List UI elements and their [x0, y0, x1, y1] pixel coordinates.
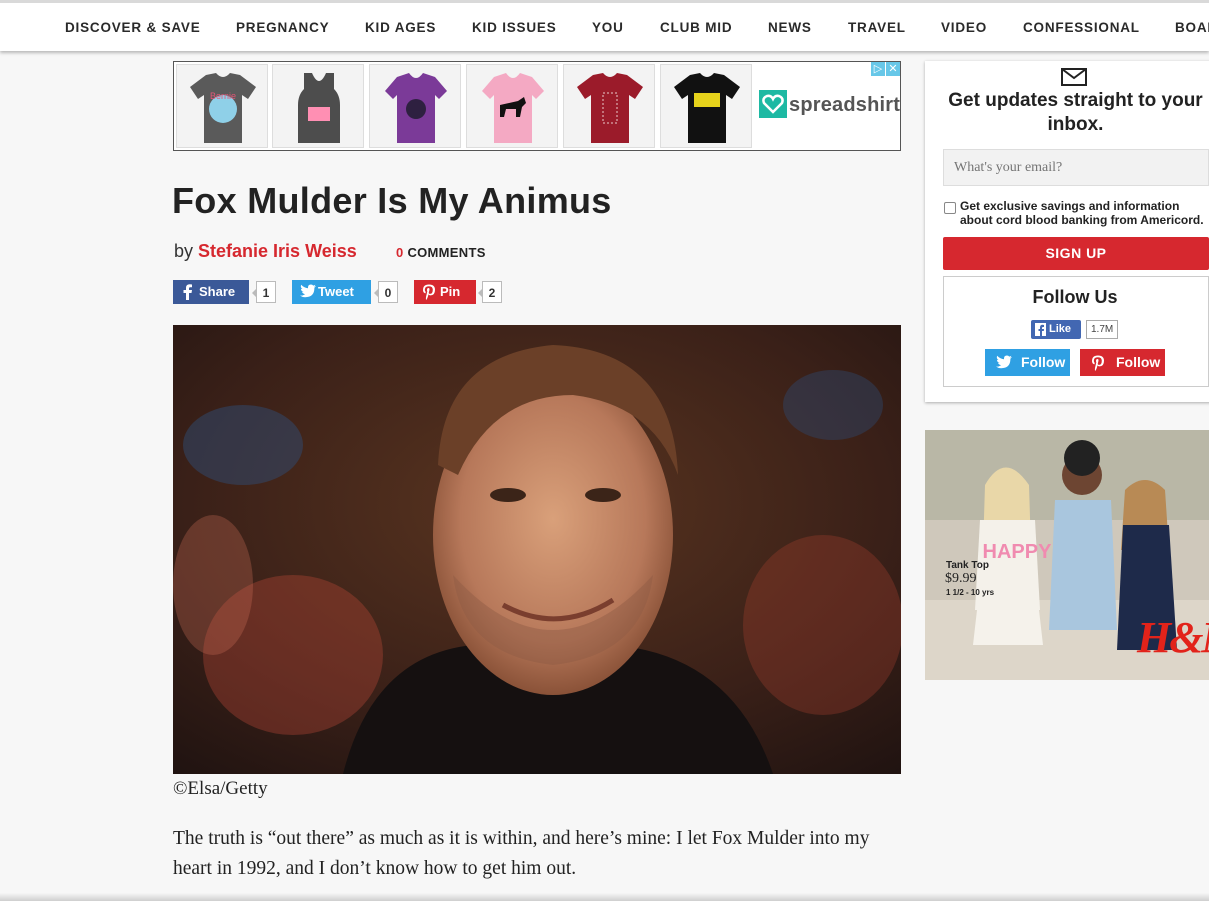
byline-prefix: by: [174, 241, 194, 261]
hm-sizes: 1 1/2 - 10 yrs: [946, 588, 995, 597]
author-link[interactable]: Stefanie Iris Weiss: [198, 241, 357, 261]
svg-text:Bernie: Bernie: [210, 91, 236, 101]
hm-ad[interactable]: HAPPY Tank Top $9.99 1 1/2 - 10 yrs H&M: [925, 430, 1209, 680]
hm-shirt-print: HAPPY: [983, 541, 1053, 563]
email-field[interactable]: [943, 149, 1209, 186]
twitter-tweet-count: 0: [374, 281, 398, 303]
comments-label: COMMENTS: [407, 245, 486, 260]
ad-close-icon[interactable]: ✕: [886, 62, 900, 76]
optin-label: Get exclusive savings and information ab…: [960, 199, 1204, 227]
article-title: Fox Mulder Is My Animus: [172, 180, 612, 221]
pinterest-icon: [1092, 355, 1104, 371]
nav-discover-save[interactable]: DISCOVER & SAVE: [65, 20, 201, 35]
twitter-bird-icon: [996, 355, 1012, 369]
twitter-follow-button[interactable]: Follow: [985, 349, 1070, 376]
newsletter-signup-box: Get updates straight to your inbox. Get …: [925, 61, 1209, 402]
facebook-share-label: Share: [199, 284, 236, 299]
envelope-icon: [1061, 68, 1087, 86]
tshirt-icon: [482, 73, 544, 143]
nav-kid-issues[interactable]: KID ISSUES: [472, 20, 557, 35]
ad-shirt-2[interactable]: [272, 64, 364, 148]
ad-shirt-5[interactable]: [563, 64, 655, 148]
pinterest-follow-label: Follow: [1116, 354, 1161, 370]
ad-shirt-3[interactable]: [369, 64, 461, 148]
facebook-icon: [183, 284, 192, 300]
nav-kid-ages[interactable]: KID AGES: [365, 20, 436, 35]
nav-club-mid[interactable]: CLUB MID: [660, 20, 732, 35]
hm-price: $9.99: [945, 571, 977, 586]
nav-pregnancy[interactable]: PREGNANCY: [236, 20, 329, 35]
ad-shirt-6[interactable]: [660, 64, 752, 148]
twitter-follow-label: Follow: [1021, 354, 1066, 370]
adchoices-icon[interactable]: ▷: [871, 62, 885, 76]
pinterest-pin-count: 2: [478, 281, 502, 303]
pinterest-pin-label: Pin: [440, 284, 461, 299]
nav-you[interactable]: YOU: [592, 20, 624, 35]
nav-news[interactable]: NEWS: [768, 20, 812, 35]
article-photo: [173, 325, 901, 774]
top-navigation: DISCOVER & SAVE PREGNANCY KID AGES KID I…: [0, 0, 1209, 51]
tshirt-icon: [385, 73, 447, 143]
portrait-image: [173, 325, 901, 774]
spreadshirt-brand[interactable]: spreadshirt: [789, 94, 900, 117]
byline: by Stefanie Iris Weiss: [174, 241, 357, 262]
pinterest-pin-button[interactable]: Pin: [414, 280, 476, 304]
ad-shirt-1[interactable]: Bernie: [176, 64, 268, 148]
tshirt-icon: Bernie: [190, 73, 256, 143]
nav-boards[interactable]: BOARDS: [1175, 20, 1209, 35]
newsletter-headline: Get updates straight to your inbox.: [948, 90, 1203, 135]
twitter-tweet-label: Tweet: [318, 284, 354, 299]
comment-count: 0: [396, 245, 404, 260]
pinterest-icon: [423, 284, 435, 300]
sign-up-button[interactable]: SIGN UP: [943, 237, 1209, 270]
facebook-like-label: Like: [1049, 323, 1072, 335]
facebook-icon: [1035, 323, 1046, 336]
tshirt-icon: [577, 73, 643, 143]
spreadshirt-ad-banner[interactable]: Bernie spreadshirt ▷ ✕: [173, 61, 901, 151]
tank-top-icon: [298, 73, 340, 143]
facebook-share-count: 1: [252, 281, 276, 303]
bottom-edge-shadow: [0, 893, 1209, 901]
facebook-like-button[interactable]: Like: [1031, 320, 1081, 339]
hm-product-name: Tank Top: [946, 560, 989, 571]
facebook-like-count: 1.7M: [1086, 320, 1119, 339]
follow-us-box: Follow Us Like 1.7M Follow Follow: [943, 276, 1209, 387]
twitter-bird-icon: [300, 284, 316, 298]
hm-logo: H&M: [1137, 613, 1209, 662]
follow-us-title: Follow Us: [1032, 287, 1118, 307]
nav-confessional[interactable]: CONFESSIONAL: [1023, 20, 1140, 35]
optin-checkbox[interactable]: [944, 202, 956, 214]
tshirt-icon: [674, 73, 740, 143]
nav-travel[interactable]: TRAVEL: [848, 20, 906, 35]
comments-link[interactable]: 0 COMMENTS: [396, 245, 486, 260]
photo-caption: ©Elsa/Getty: [173, 778, 268, 799]
spreadshirt-logo-icon: [759, 90, 787, 118]
twitter-tweet-button[interactable]: Tweet: [292, 280, 371, 304]
facebook-share-button[interactable]: Share: [173, 280, 249, 304]
nav-video[interactable]: VIDEO: [941, 20, 987, 35]
article-body-paragraph: The truth is “out there” as much as it i…: [173, 828, 870, 879]
pinterest-follow-button[interactable]: Follow: [1080, 349, 1165, 376]
ad-shirt-4[interactable]: [466, 64, 558, 148]
